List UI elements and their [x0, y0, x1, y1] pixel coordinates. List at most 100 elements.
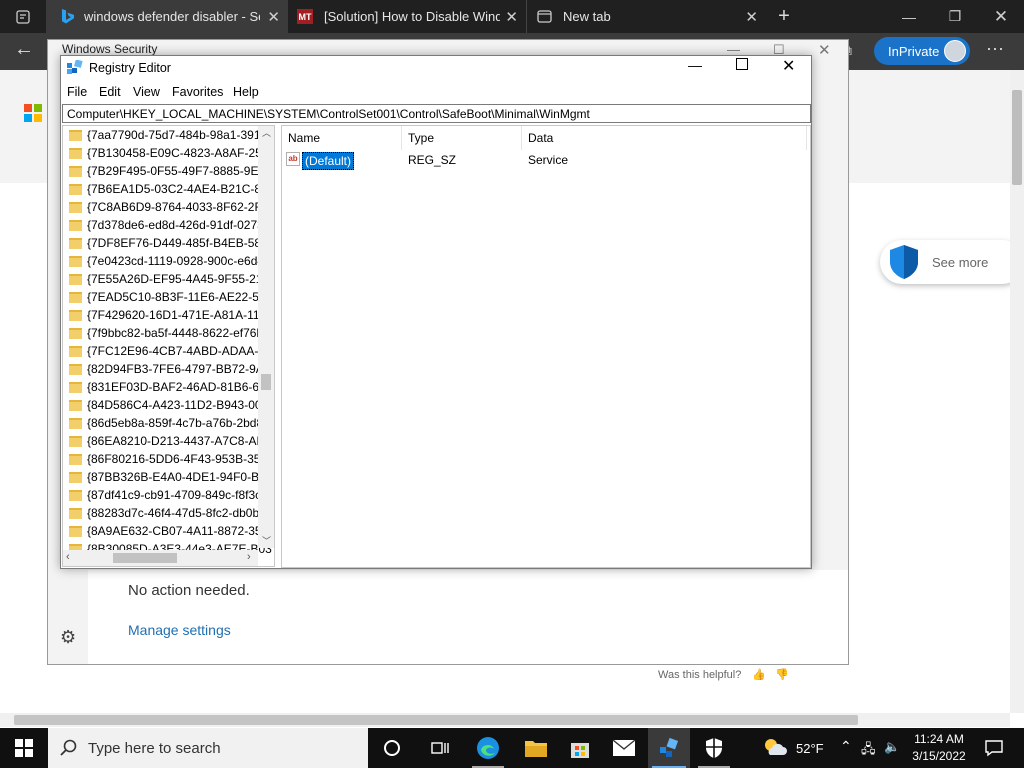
tree-item-label: {7FC12E96-4CB7-4ABD-ADAA-EI — [87, 344, 270, 358]
taskbar-clock[interactable]: 11:24 AM 3/15/2022 — [906, 731, 972, 765]
registry-values-pane — [281, 125, 811, 568]
thumbs-down-icon[interactable]: 👎 — [775, 669, 789, 681]
thumbs-up-icon[interactable]: 👍 — [752, 669, 766, 681]
file-explorer-icon[interactable] — [514, 728, 558, 768]
new-tab-page-icon — [537, 10, 552, 23]
close-tab-icon[interactable]: ✕ — [505, 8, 518, 26]
edge-browser-icon[interactable] — [466, 728, 510, 768]
manage-settings-link[interactable]: Manage settings — [128, 622, 231, 638]
settings-gear-icon[interactable]: ⚙ — [60, 627, 76, 648]
folder-icon — [69, 147, 82, 159]
tree-item[interactable]: {7B130458-E09C-4823-A8AF-258 — [69, 144, 268, 162]
taskbar-search-box[interactable]: Type here to search — [48, 728, 368, 768]
weather-cloud-icon[interactable] — [762, 736, 788, 761]
tree-item-label: {7B29F495-0F55-49F7-8885-9E8A — [87, 164, 274, 178]
volume-icon[interactable]: 🔈 — [884, 739, 900, 755]
tree-item[interactable]: {84D586C4-A423-11D2-B943-00C — [69, 396, 270, 414]
tree-item-label: {86EA8210-D213-4437-A7C8-ADI — [87, 434, 269, 448]
page-horizontal-scroll-thumb[interactable] — [14, 715, 858, 725]
tree-item[interactable]: {86EA8210-D213-4437-A7C8-ADI — [69, 432, 268, 450]
regedit-close-icon[interactable]: ✕ — [782, 56, 795, 76]
tree-item[interactable]: {831EF03D-BAF2-46AD-81B6-6A — [69, 378, 267, 396]
tree-item[interactable]: {87df41c9-cb91-4709-849c-f8f3c — [69, 486, 261, 504]
tree-item[interactable]: {7FC12E96-4CB7-4ABD-ADAA-EI — [69, 342, 270, 360]
value-name-default[interactable]: (Default) — [302, 152, 355, 170]
windows-start-icon[interactable] — [2, 728, 46, 768]
menu-help[interactable]: Help — [233, 85, 259, 99]
network-icon[interactable]: 🖧 — [861, 740, 876, 762]
column-header-data[interactable]: Data — [528, 131, 553, 145]
tree-item[interactable]: {82D94FB3-7FE6-4797-BB72-9A8 — [69, 360, 270, 378]
tree-item[interactable]: {8A9AE632-CB07-4A11-8872-358 — [69, 522, 268, 540]
tree-item[interactable]: {86F80216-5DD6-4F43-953B-35E — [69, 450, 268, 468]
folder-icon — [69, 273, 82, 285]
notifications-icon[interactable] — [984, 739, 1004, 757]
tree-item[interactable]: {7F429620-16D1-471E-A81A-114 — [69, 306, 266, 324]
tree-item[interactable]: {7aa7790d-75d7-484b-98a1-3913 — [69, 126, 267, 144]
close-window-icon[interactable]: ✕ — [978, 0, 1024, 33]
mail-icon[interactable] — [602, 728, 646, 768]
tab-new-tab[interactable]: New tab ✕ — [526, 0, 766, 33]
registry-editor-taskbar-icon[interactable] — [648, 728, 690, 768]
folder-icon — [69, 255, 82, 267]
tree-item[interactable]: {7B6EA1D5-03C2-4AE4-B21C-8D — [69, 180, 270, 198]
scroll-down-icon[interactable]: ﹀ — [262, 534, 271, 547]
menu-edit[interactable]: Edit — [99, 85, 121, 99]
wsec-close-icon[interactable]: ✕ — [818, 41, 831, 59]
tree-horizontal-scrollbar[interactable]: ‹ › — [63, 550, 258, 566]
value-data: Service — [528, 153, 569, 167]
clock-time: 11:24 AM — [914, 732, 964, 746]
page-vertical-scroll-thumb[interactable] — [1012, 90, 1022, 185]
restore-icon[interactable]: ❐ — [932, 0, 978, 33]
regedit-minimize-icon[interactable]: — — [688, 57, 702, 73]
chevron-up-icon[interactable]: ⌃ — [840, 738, 852, 755]
minimize-icon[interactable]: — — [886, 0, 932, 33]
new-tab-button[interactable]: + — [770, 0, 798, 33]
column-divider[interactable] — [806, 126, 807, 150]
tree-item[interactable]: {7C8AB6D9-8764-4033-8F62-2FE — [69, 198, 270, 216]
tree-scroll-thumb[interactable] — [261, 374, 271, 390]
tree-hscroll-thumb[interactable] — [113, 553, 177, 563]
scroll-left-icon[interactable]: ‹ — [66, 551, 70, 563]
close-tab-icon[interactable]: ✕ — [745, 8, 758, 26]
microsoft-store-icon[interactable] — [558, 728, 602, 768]
windows-security-taskbar-icon[interactable] — [692, 728, 736, 768]
more-options-icon[interactable]: ··· — [986, 38, 1004, 59]
scroll-up-icon[interactable]: ︿ — [262, 126, 271, 139]
column-header-name[interactable]: Name — [288, 131, 320, 145]
menu-view[interactable]: View — [133, 85, 160, 99]
tree-item[interactable]: {7e0423cd-1119-0928-900c-e6d4 — [69, 252, 264, 270]
tab-solution-article[interactable]: MT [Solution] How to Disable Windo ✕ — [288, 0, 526, 33]
close-tab-icon[interactable]: ✕ — [267, 8, 280, 26]
cortana-icon[interactable] — [370, 728, 414, 768]
menu-file[interactable]: File — [67, 85, 87, 99]
inprivate-badge[interactable]: InPrivate — [874, 37, 970, 65]
task-view-icon[interactable] — [418, 728, 462, 768]
tree-item[interactable]: {87BB326B-E4A0-4DE1-94F0-B9F — [69, 468, 273, 486]
folder-icon — [69, 471, 82, 483]
tree-item[interactable]: {7E55A26D-EF95-4A45-9F55-21E — [69, 270, 270, 288]
tab-title: New tab — [563, 9, 611, 24]
tree-item[interactable]: {7EAD5C10-8B3F-11E6-AE22-56E — [69, 288, 274, 306]
tree-item[interactable]: {7DF8EF76-D449-485f-B4EB-58D — [69, 234, 270, 252]
back-arrow-icon[interactable]: ← — [14, 38, 34, 61]
column-header-type[interactable]: Type — [408, 131, 434, 145]
column-divider[interactable] — [521, 126, 522, 150]
weather-temp[interactable]: 52°F — [796, 741, 824, 756]
tree-vertical-scrollbar[interactable]: ︿ ﹀ — [258, 126, 274, 548]
regedit-maximize-icon[interactable] — [736, 58, 748, 70]
folder-icon — [69, 381, 82, 393]
column-divider[interactable] — [401, 126, 402, 150]
browser-tab-strip: windows defender disabler - Sea ✕ MT [So… — [0, 0, 1024, 33]
tree-item[interactable]: {7d378de6-ed8d-426d-91df-0273 — [69, 216, 264, 234]
tab-actions-icon[interactable] — [0, 0, 46, 33]
tree-item[interactable]: {88283d7c-46f4-47d5-8fc2-db0b — [69, 504, 259, 522]
scroll-right-icon[interactable]: › — [247, 551, 251, 563]
tree-item[interactable]: {86d5eb8a-859f-4c7b-a76b-2bd8 — [69, 414, 263, 432]
address-bar[interactable]: Computer\HKEY_LOCAL_MACHINE\SYSTEM\Contr… — [62, 104, 811, 123]
tree-item[interactable]: {7B29F495-0F55-49F7-8885-9E8A — [69, 162, 273, 180]
menu-favorites[interactable]: Favorites — [172, 85, 223, 99]
tree-item[interactable]: {7f9bbc82-ba5f-4448-8622-ef76b — [69, 324, 263, 342]
tab-bing-search[interactable]: windows defender disabler - Sea ✕ — [46, 0, 288, 33]
see-more-button[interactable]: See more — [880, 240, 1024, 284]
